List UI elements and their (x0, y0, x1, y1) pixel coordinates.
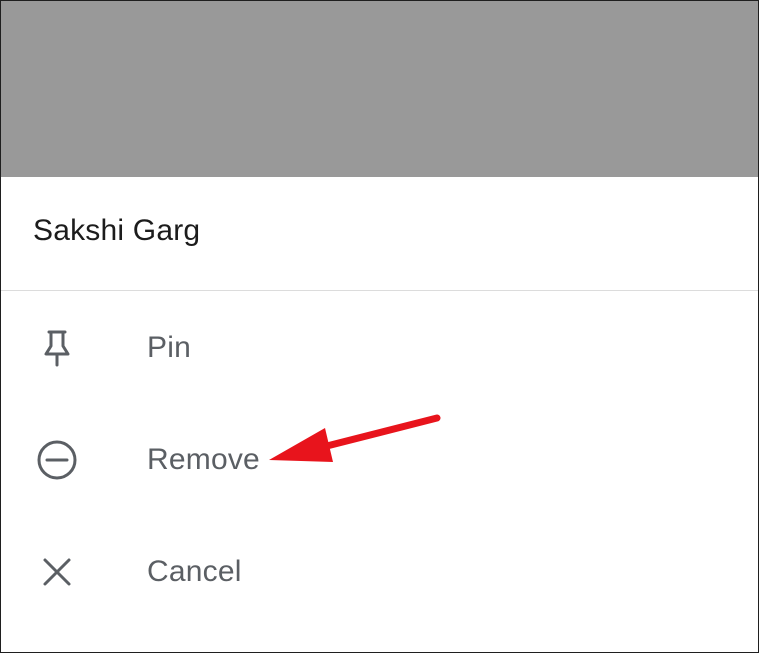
menu-item-cancel[interactable]: Cancel (1, 516, 758, 628)
menu-item-pin[interactable]: Pin (1, 292, 758, 404)
close-icon (29, 544, 85, 600)
contact-name-title: Sakshi Garg (33, 214, 201, 247)
action-sheet-header: Sakshi Garg (1, 177, 758, 291)
dimmed-backdrop[interactable] (1, 1, 758, 177)
menu-item-label: Cancel (147, 555, 242, 588)
menu-item-remove[interactable]: Remove (1, 404, 758, 516)
menu-item-label: Remove (147, 443, 260, 476)
pin-icon (29, 320, 85, 376)
minus-circle-icon (29, 432, 85, 488)
screenshot-frame: Sakshi Garg Pin Remove Cancel (0, 0, 759, 653)
menu-item-label: Pin (147, 331, 191, 364)
action-sheet: Sakshi Garg Pin Remove Cancel (1, 177, 758, 652)
